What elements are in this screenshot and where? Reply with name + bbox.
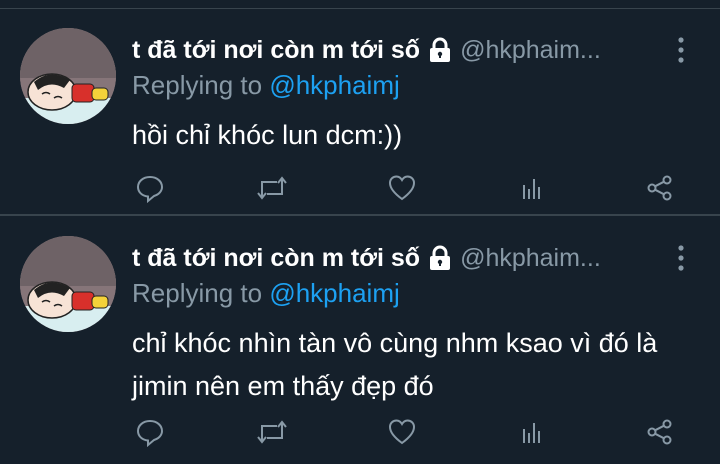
mention-link[interactable]: @hkphaimj bbox=[269, 70, 399, 100]
reply-icon[interactable] bbox=[132, 414, 168, 450]
retweet-icon[interactable] bbox=[254, 170, 290, 206]
share-icon[interactable] bbox=[642, 414, 678, 450]
avatar[interactable] bbox=[20, 236, 116, 332]
display-name[interactable]: t đã tới nơi còn m tới số bbox=[132, 36, 420, 65]
user-handle[interactable]: @hkphaim... bbox=[460, 36, 601, 65]
replying-to: Replying to @hkphaimj bbox=[132, 70, 400, 101]
display-name[interactable]: t đã tới nơi còn m tới số bbox=[132, 244, 420, 273]
replying-to-label: Replying to bbox=[132, 70, 263, 100]
tweet-text: chỉ khóc nhìn tàn vô cùng nhm ksao vì đó… bbox=[132, 328, 658, 401]
lock-icon bbox=[426, 36, 454, 64]
heart-icon[interactable] bbox=[384, 414, 420, 450]
tweet-actions bbox=[132, 414, 692, 450]
analytics-icon[interactable] bbox=[514, 414, 550, 450]
replying-to-label: Replying to bbox=[132, 278, 263, 308]
more-vertical-icon[interactable] bbox=[672, 32, 690, 68]
heart-icon[interactable] bbox=[384, 170, 420, 206]
lock-icon bbox=[426, 244, 454, 272]
tweet-header: t đã tới nơi còn m tới số @hkphaim... bbox=[132, 32, 692, 68]
share-icon[interactable] bbox=[642, 170, 678, 206]
avatar[interactable] bbox=[20, 28, 116, 124]
tweet-text: hồi chỉ khóc lun dcm:)) bbox=[132, 120, 403, 150]
tweet-header: t đã tới nơi còn m tới số @hkphaim... bbox=[132, 240, 692, 276]
more-vertical-icon[interactable] bbox=[672, 240, 690, 276]
reply-icon[interactable] bbox=[132, 170, 168, 206]
user-handle[interactable]: @hkphaim... bbox=[460, 244, 601, 273]
tweet[interactable]: t đã tới nơi còn m tới số @hkphaim... Re… bbox=[0, 8, 720, 216]
tweet[interactable]: t đã tới nơi còn m tới số @hkphaim... Re… bbox=[0, 216, 720, 464]
analytics-icon[interactable] bbox=[514, 170, 550, 206]
mention-link[interactable]: @hkphaimj bbox=[269, 278, 399, 308]
retweet-icon[interactable] bbox=[254, 414, 290, 450]
replying-to: Replying to @hkphaimj bbox=[132, 278, 400, 309]
tweet-actions bbox=[132, 170, 692, 206]
